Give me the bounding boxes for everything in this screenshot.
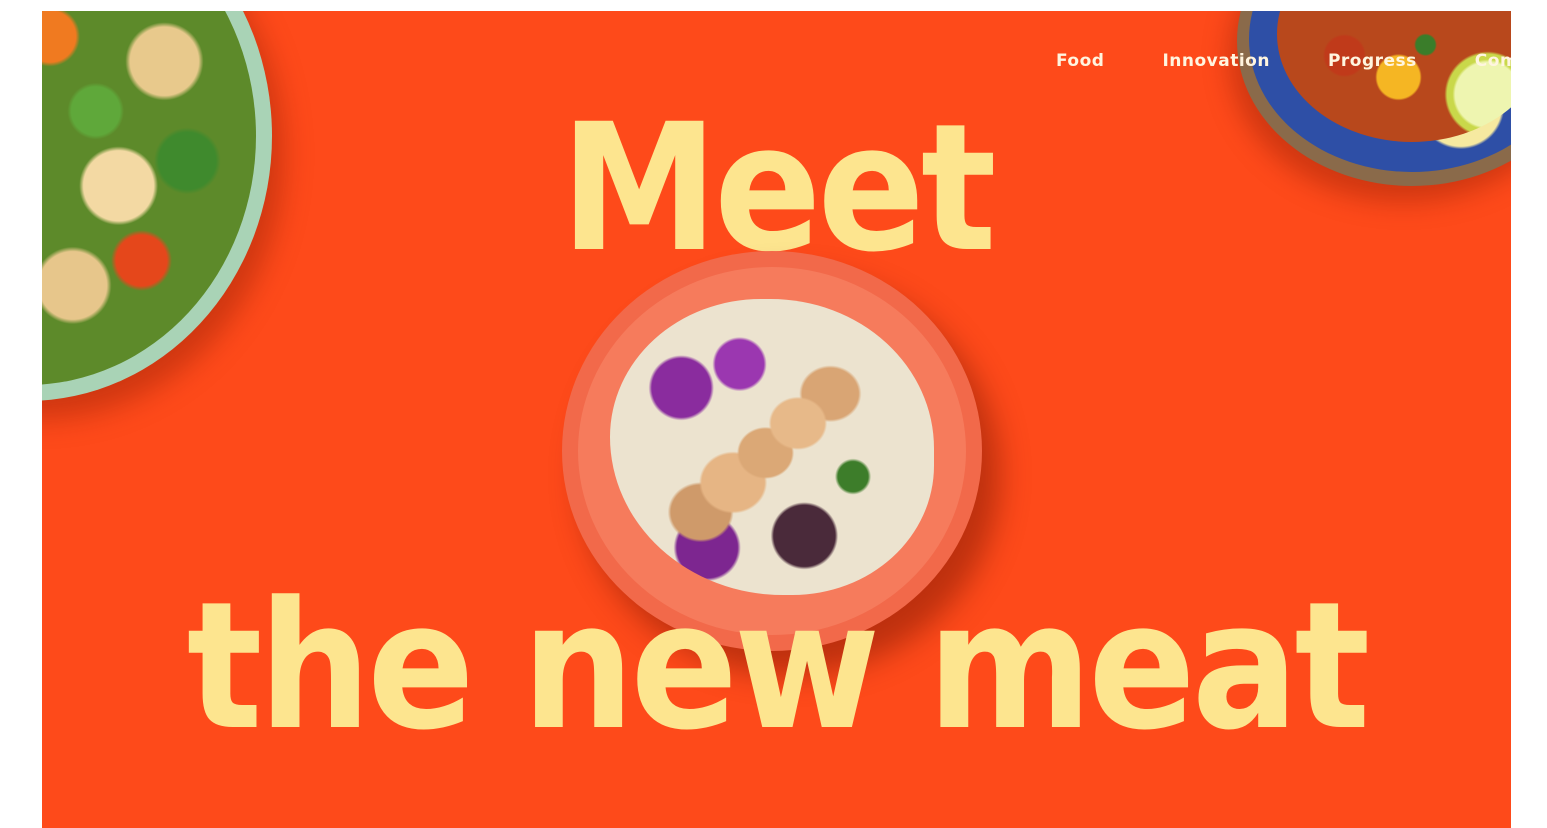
nav-item-progress[interactable]: Progress <box>1328 51 1417 71</box>
hero-section: Food Innovation Progress Compa Meet the … <box>42 11 1511 828</box>
stir-fry-food <box>42 11 256 385</box>
nav-item-company[interactable]: Compa <box>1475 51 1511 71</box>
nav-item-food[interactable]: Food <box>1056 51 1104 71</box>
main-nav: Food Innovation Progress Compa <box>1056 51 1511 71</box>
stir-fry-bowl-image <box>42 11 272 401</box>
soup-food <box>1277 11 1511 142</box>
nav-item-innovation[interactable]: Innovation <box>1162 51 1270 71</box>
hero-headline-line2: the new meat <box>186 564 1370 769</box>
